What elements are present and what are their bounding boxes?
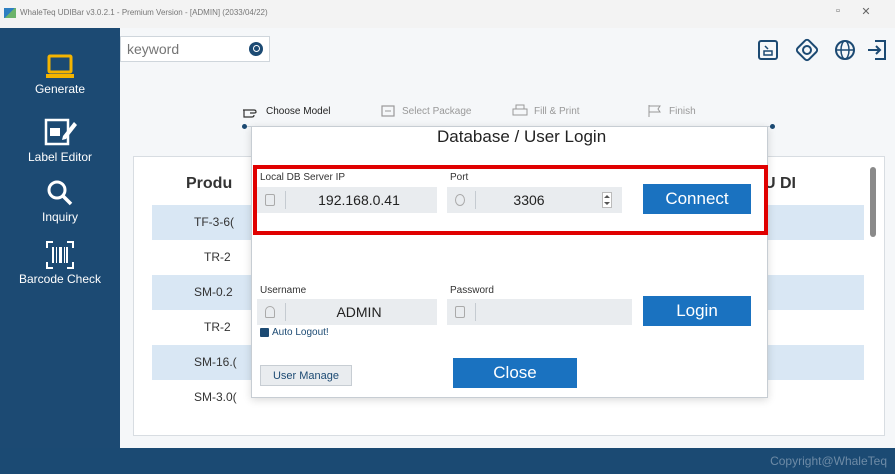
step-finish: Finish: [647, 104, 696, 118]
username-input[interactable]: [289, 301, 429, 323]
password-label: Password: [450, 285, 494, 296]
device-icon[interactable]: [756, 38, 780, 62]
search-icon[interactable]: [249, 42, 263, 56]
search-icon: [47, 180, 73, 206]
table-cell: TF-3-6(: [194, 215, 234, 229]
minimize-button[interactable]: ▫: [828, 5, 848, 17]
window-title: WhaleTeq UDIBar v3.0.2.1 - Premium Versi…: [20, 8, 268, 17]
db-server-ip-label: Local DB Server IP: [260, 172, 346, 183]
checkbox-checked-icon: [260, 328, 269, 337]
step-label: Choose Model: [266, 105, 331, 117]
login-dialog: Database / User Login Local DB Server IP…: [251, 126, 768, 398]
sidebar-item-label: Label Editor: [27, 150, 93, 164]
port-field: [447, 187, 622, 213]
sidebar-item-label: Inquiry: [41, 210, 79, 224]
password-input[interactable]: [479, 301, 619, 323]
connect-button[interactable]: Connect: [643, 184, 751, 214]
port-label: Port: [450, 172, 469, 183]
sidebar-item-label: Barcode Check: [18, 272, 102, 286]
port-spinner-icon[interactable]: [602, 192, 612, 208]
table-scrollbar[interactable]: [870, 167, 876, 237]
search-input[interactable]: [121, 37, 241, 61]
port-icon: [455, 194, 465, 206]
step-dot: [770, 124, 775, 129]
document-icon: [265, 194, 275, 206]
user-icon: [265, 306, 275, 318]
field-separator: [285, 191, 286, 209]
footer: Copyright@WhaleTeq: [0, 448, 895, 474]
flag-icon: [648, 105, 661, 117]
pointing-hand-icon: [243, 109, 257, 118]
step-choose-model: Choose Model: [242, 104, 330, 118]
user-manage-button[interactable]: User Manage: [260, 365, 352, 386]
copyright-text: Copyright@WhaleTeq: [770, 454, 887, 468]
username-label: Username: [260, 285, 307, 296]
table-cell: TR-2: [204, 250, 231, 264]
laptop-icon: [46, 54, 74, 78]
step-label: Select Package: [402, 105, 472, 117]
logout-icon[interactable]: [865, 38, 889, 62]
sidebar-item-label-editor[interactable]: Label Editor: [0, 116, 120, 164]
sidebar: Generate Label Editor Inquiry Barcode Ch…: [0, 28, 120, 448]
field-separator: [475, 303, 476, 321]
search-bar: [120, 36, 270, 62]
step-label: Fill & Print: [534, 105, 580, 117]
username-field: [257, 299, 437, 325]
edit-icon: [44, 118, 77, 146]
app-icon: [4, 8, 16, 18]
sidebar-item-inquiry[interactable]: Inquiry: [0, 178, 120, 224]
sidebar-item-generate[interactable]: Generate: [0, 54, 120, 96]
step-select-package: Select Package: [380, 104, 472, 118]
field-separator: [285, 303, 286, 321]
table-cell: SM-16.(: [194, 355, 237, 369]
lock-icon: [455, 306, 465, 318]
close-window-button[interactable]: ✕: [856, 5, 876, 18]
table-cell: SM-0.2: [194, 285, 233, 299]
column-header-udi: U DI: [764, 175, 796, 192]
sidebar-item-barcode-check[interactable]: Barcode Check: [0, 240, 120, 286]
table-cell: TR-2: [204, 320, 231, 334]
printer-icon: [512, 104, 528, 116]
auto-logout-label: Auto Logout!: [272, 327, 329, 338]
settings-icon[interactable]: [795, 38, 819, 62]
login-button[interactable]: Login: [643, 296, 751, 326]
step-fill-print: Fill & Print: [512, 104, 580, 118]
port-input[interactable]: [479, 189, 579, 211]
title-bar: WhaleTeq UDIBar v3.0.2.1 - Premium Versi…: [0, 0, 895, 28]
password-field: [447, 299, 632, 325]
auto-logout-checkbox[interactable]: Auto Logout!: [260, 327, 329, 338]
db-server-ip-input[interactable]: [289, 189, 429, 211]
db-server-ip-field: [257, 187, 437, 213]
table-cell: SM-3.0(: [194, 390, 237, 404]
field-separator: [475, 191, 476, 209]
dialog-title: Database / User Login: [437, 127, 607, 146]
step-label: Finish: [669, 105, 696, 117]
barcode-icon: [46, 241, 74, 269]
step-dot: [242, 124, 247, 129]
close-button[interactable]: Close: [453, 358, 577, 388]
globe-icon[interactable]: [833, 38, 857, 62]
column-header-product: Produ: [186, 175, 233, 192]
sidebar-item-label: Generate: [34, 82, 86, 96]
package-icon: [381, 105, 395, 117]
